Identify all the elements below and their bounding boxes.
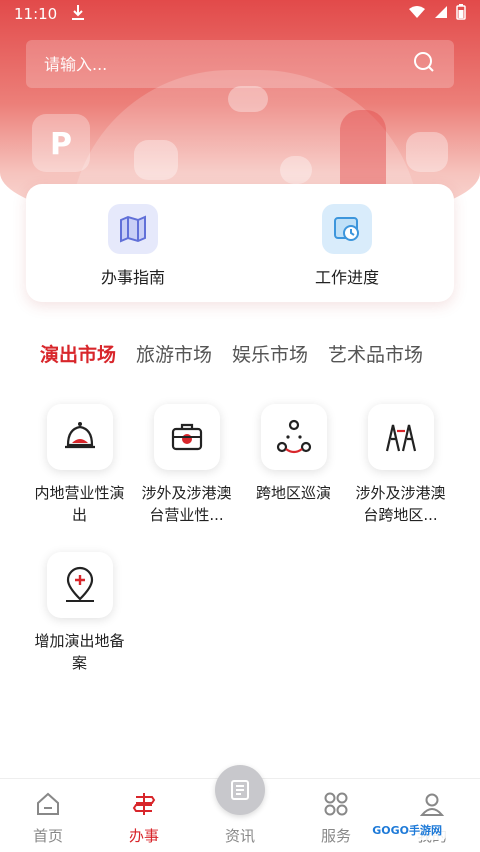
building-icon bbox=[406, 132, 448, 172]
nav-home[interactable]: 首页 bbox=[0, 779, 96, 852]
nav-profile[interactable]: 我的 bbox=[384, 779, 480, 852]
nav-services-affairs[interactable]: 办事 bbox=[96, 779, 192, 852]
nav-label: 服务 bbox=[320, 827, 351, 845]
service-add-location[interactable]: 增加演出地备案 bbox=[26, 552, 133, 674]
search-icon[interactable] bbox=[412, 50, 436, 78]
search-input[interactable] bbox=[44, 54, 412, 74]
watermark-logo: GOGO手游网 bbox=[368, 820, 446, 840]
signal-icon bbox=[434, 5, 448, 23]
download-icon bbox=[71, 4, 85, 24]
nav-label: 资讯 bbox=[224, 827, 255, 845]
guide-label: 办事指南 bbox=[100, 268, 165, 287]
signpost-icon bbox=[131, 791, 157, 821]
user-icon bbox=[419, 791, 445, 821]
home-icon bbox=[35, 791, 61, 821]
nav-label: 办事 bbox=[128, 827, 159, 845]
battery-icon bbox=[456, 4, 466, 24]
service-domestic-performance[interactable]: 内地营业性演出 bbox=[26, 404, 133, 526]
bottom-nav: 首页 办事 资讯 服务 我的 bbox=[0, 765, 480, 852]
service-label: 内地营业性演出 bbox=[34, 484, 125, 524]
tab-performance[interactable]: 演出市场 bbox=[40, 340, 116, 380]
status-bar: 11:10 bbox=[0, 0, 480, 28]
tab-tourism[interactable]: 旅游市场 bbox=[136, 340, 212, 380]
service-label: 跨地区巡演 bbox=[255, 484, 331, 502]
nav-label: 首页 bbox=[32, 827, 63, 845]
status-time: 11:10 bbox=[14, 5, 58, 23]
service-label: 涉外及涉港澳台跨地区... bbox=[355, 484, 446, 524]
quick-actions-card: 办事指南 工作进度 bbox=[26, 184, 454, 302]
briefcase-icon bbox=[153, 404, 220, 470]
sign-icon bbox=[228, 86, 268, 112]
nav-service[interactable]: 服务 bbox=[288, 779, 384, 852]
progress-label: 工作进度 bbox=[314, 268, 379, 287]
tab-entertainment[interactable]: 娱乐市场 bbox=[232, 340, 308, 380]
search-bar[interactable] bbox=[26, 40, 454, 88]
bell-hat-icon bbox=[46, 404, 113, 470]
news-icon[interactable] bbox=[215, 765, 265, 815]
grid-icon bbox=[323, 791, 349, 821]
nav-news[interactable]: 资讯 bbox=[192, 765, 288, 852]
service-cross-region-tour[interactable]: 跨地区巡演 bbox=[240, 404, 347, 526]
service-grid: 内地营业性演出 涉外及涉港澳台营业性... 跨地区巡演 涉外及涉港澳台跨地区..… bbox=[26, 404, 454, 674]
tab-art[interactable]: 艺术品市场 bbox=[328, 340, 423, 380]
car-icon bbox=[134, 140, 178, 180]
wifi-icon bbox=[408, 5, 426, 23]
svg-text:P: P bbox=[50, 127, 72, 162]
service-label: 涉外及涉港澳台营业性... bbox=[141, 484, 232, 524]
person-illustration bbox=[340, 110, 386, 190]
service-foreign-performance[interactable]: 涉外及涉港澳台营业性... bbox=[133, 404, 240, 526]
shop-icon bbox=[280, 156, 312, 184]
progress-clock-icon bbox=[322, 204, 372, 254]
map-icon bbox=[108, 204, 158, 254]
parking-icon: P bbox=[32, 114, 90, 172]
location-add-icon bbox=[46, 552, 113, 618]
progress-button[interactable]: 工作进度 bbox=[240, 184, 454, 302]
market-tabs: 演出市场 旅游市场 娱乐市场 艺术品市场 bbox=[0, 340, 480, 380]
guide-button[interactable]: 办事指南 bbox=[26, 184, 240, 302]
route-icon bbox=[260, 404, 327, 470]
service-label: 增加演出地备案 bbox=[34, 632, 125, 672]
service-foreign-cross-region[interactable]: 涉外及涉港澳台跨地区... bbox=[347, 404, 454, 526]
performers-icon bbox=[367, 404, 434, 470]
